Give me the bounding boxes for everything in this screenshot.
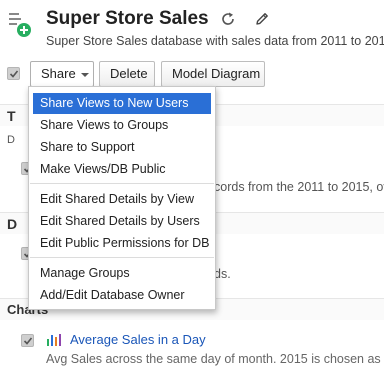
share-button-label: Share (41, 66, 76, 81)
view-checkbox[interactable] (21, 334, 34, 347)
caret-down-icon (80, 72, 89, 77)
menu-divider (30, 183, 214, 184)
row-description: cords from the 2011 to 2015, ove (214, 180, 384, 194)
model-diagram-button[interactable]: Model Diagram (161, 61, 265, 87)
delete-button[interactable]: Delete (99, 61, 155, 87)
refresh-icon[interactable] (220, 11, 236, 27)
menu-item-make-public[interactable]: Make Views/DB Public (33, 159, 211, 180)
share-dropdown-menu: Share Views to New Users Share Views to … (28, 86, 216, 310)
menu-item-edit-public-permissions[interactable]: Edit Public Permissions for DB (33, 233, 211, 254)
database-add-icon (8, 10, 32, 40)
pencil-icon[interactable] (254, 11, 270, 27)
share-button[interactable]: Share (30, 61, 94, 87)
menu-item-share-support[interactable]: Share to Support (33, 137, 211, 158)
menu-item-database-owner[interactable]: Add/Edit Database Owner (33, 285, 211, 306)
bar-chart-icon (46, 333, 62, 346)
select-all-checkbox[interactable] (7, 67, 20, 80)
menu-item-share-views-new-users[interactable]: Share Views to New Users (33, 93, 211, 114)
row-description: ds. (214, 267, 231, 281)
section-letter: T (7, 108, 16, 124)
menu-divider (30, 257, 214, 258)
view-title-link[interactable]: Average Sales in a Day (70, 332, 206, 347)
page-title: Super Store Sales (46, 8, 209, 29)
menu-item-share-views-groups[interactable]: Share Views to Groups (33, 115, 211, 136)
page-subtitle: Super Store Sales database with sales da… (46, 34, 384, 48)
view-description: Avg Sales across the same day of month. … (46, 352, 384, 366)
section-marker: D (7, 134, 15, 146)
section-letter: D (7, 216, 18, 232)
menu-item-manage-groups[interactable]: Manage Groups (33, 263, 211, 284)
menu-item-edit-by-users[interactable]: Edit Shared Details by Users (33, 211, 211, 232)
menu-item-edit-by-view[interactable]: Edit Shared Details by View (33, 189, 211, 210)
